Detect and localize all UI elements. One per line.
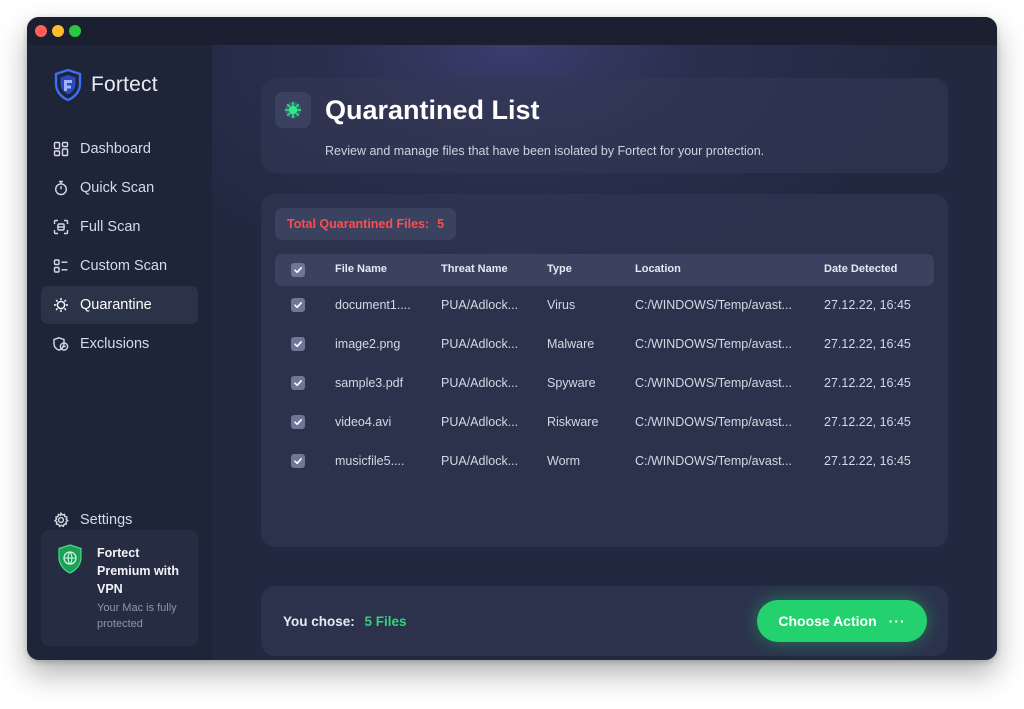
date-detected: 27.12.22, 16:45 [824,415,911,429]
brand: Fortect [54,69,158,101]
sidebar-item-label: Settings [80,512,133,528]
sidebar-item-quick-scan[interactable]: Quick Scan [41,169,198,207]
row-checkbox[interactable] [291,454,305,468]
sidebar-item-label: Dashboard [80,141,151,157]
threat-name: PUA/Adlock... [441,376,519,390]
check-icon [294,380,302,387]
more-icon: ··· [888,613,906,629]
table-row[interactable]: document1.... PUA/Adlock... Virus C:/WIN… [275,286,934,325]
app-name: Fortect [91,73,158,96]
threat-type: Malware [547,337,595,351]
threat-name: PUA/Adlock... [441,298,519,312]
check-icon [294,419,302,426]
selection-label: You chose: [283,614,355,629]
file-location: C:/WINDOWS/Temp/avast... [635,298,792,312]
column-header-threat-name[interactable]: Threat Name [441,263,508,275]
page-title: Quarantined List [325,95,540,125]
sidebar-item-dashboard[interactable]: Dashboard [41,130,198,168]
threat-type: Worm [547,454,581,468]
row-checkbox[interactable] [291,376,305,390]
selection-summary: You chose: 5 Files [283,614,407,629]
minimize-window-button[interactable] [52,25,64,37]
sidebar-item-exclusions[interactable]: Exclusions [41,325,198,363]
column-header-location[interactable]: Location [635,263,681,275]
file-name: document1.... [335,298,411,312]
file-location: C:/WINDOWS/Temp/avast... [635,454,792,468]
sidebar-item-custom-scan[interactable]: Custom Scan [41,247,198,285]
column-header-file-name[interactable]: File Name [335,263,387,275]
scan-icon [53,219,69,235]
sidebar-item-label: Quarantine [80,297,152,313]
sidebar: Fortect Dashboard Quick Scan Full Scan C… [27,45,212,660]
close-window-button[interactable] [35,25,47,37]
column-header-date-detected[interactable]: Date Detected [824,263,897,275]
sidebar-item-label: Exclusions [80,336,150,352]
table-row[interactable]: sample3.pdf PUA/Adlock... Spyware C:/WIN… [275,364,934,403]
virus-icon [284,101,302,119]
check-icon [294,458,302,465]
threat-name: PUA/Adlock... [441,337,519,351]
threat-type: Riskware [547,415,599,429]
file-name: sample3.pdf [335,376,404,390]
threat-type: Virus [547,298,576,312]
sidebar-item-label: Full Scan [80,219,141,235]
main-content: Quarantined List Review and manage files… [212,45,997,660]
page-subtitle: Review and manage files that have been i… [325,144,765,158]
sidebar-item-label: Custom Scan [80,258,168,274]
selection-footer: You chose: 5 Files Choose Action ··· [261,586,948,656]
date-detected: 27.12.22, 16:45 [824,454,911,468]
exclusions-icon [53,336,69,352]
date-detected: 27.12.22, 16:45 [824,376,911,390]
maximize-window-button[interactable] [69,25,81,37]
choose-action-button[interactable]: Choose Action ··· [757,600,927,642]
stopwatch-icon [53,180,69,196]
date-detected: 27.12.22, 16:45 [824,298,911,312]
dashboard-icon [53,141,69,157]
custom-scan-icon [53,258,69,274]
table-row[interactable]: video4.avi PUA/Adlock... Riskware C:/WIN… [275,403,934,442]
table-header: File Name Threat Name Type Location Date… [275,254,934,286]
check-icon [294,302,302,309]
check-icon [294,341,302,348]
file-name: video4.avi [335,415,392,429]
choose-action-label: Choose Action [778,613,877,629]
quarantine-list-card: Total Quarantined Files: 5 File Name Thr… [261,194,948,547]
file-location: C:/WINDOWS/Temp/avast... [635,337,792,351]
total-label: Total Quarantined Files: [287,217,430,231]
select-all-checkbox[interactable] [291,263,305,277]
header-icon-box [275,92,311,128]
gear-icon [53,512,69,528]
selection-count: 5 Files [364,614,407,629]
threat-name: PUA/Adlock... [441,454,519,468]
app-window: Fortect Dashboard Quick Scan Full Scan C… [27,17,997,660]
file-name: musicfile5.... [335,454,405,468]
date-detected: 27.12.22, 16:45 [824,337,911,351]
file-location: C:/WINDOWS/Temp/avast... [635,415,792,429]
header-card: Quarantined List Review and manage files… [261,78,948,173]
title-bar [27,17,997,45]
row-checkbox[interactable] [291,337,305,351]
check-icon [294,267,302,274]
table-row[interactable]: musicfile5.... PUA/Adlock... Worm C:/WIN… [275,442,934,481]
total-quarantined-badge: Total Quarantined Files: 5 [275,208,457,240]
sidebar-item-quarantine[interactable]: Quarantine [41,286,198,324]
sidebar-item-label: Quick Scan [80,180,155,196]
sidebar-item-full-scan[interactable]: Full Scan [41,208,198,246]
column-header-type[interactable]: Type [547,263,572,275]
threat-type: Spyware [547,376,596,390]
virus-icon [53,297,69,313]
file-name: image2.png [335,337,401,351]
premium-card: Fortect Premium with VPN Your Mac is ful… [41,530,198,646]
total-count: 5 [437,217,445,231]
threat-name: PUA/Adlock... [441,415,519,429]
fortect-logo-icon [54,69,82,101]
shield-globe-icon [58,544,82,574]
row-checkbox[interactable] [291,415,305,429]
table-row[interactable]: image2.png PUA/Adlock... Malware C:/WIND… [275,325,934,364]
premium-status: Your Mac is fully protected [97,602,177,630]
premium-title: Fortect Premium with VPN [97,546,179,596]
row-checkbox[interactable] [291,298,305,312]
file-location: C:/WINDOWS/Temp/avast... [635,376,792,390]
